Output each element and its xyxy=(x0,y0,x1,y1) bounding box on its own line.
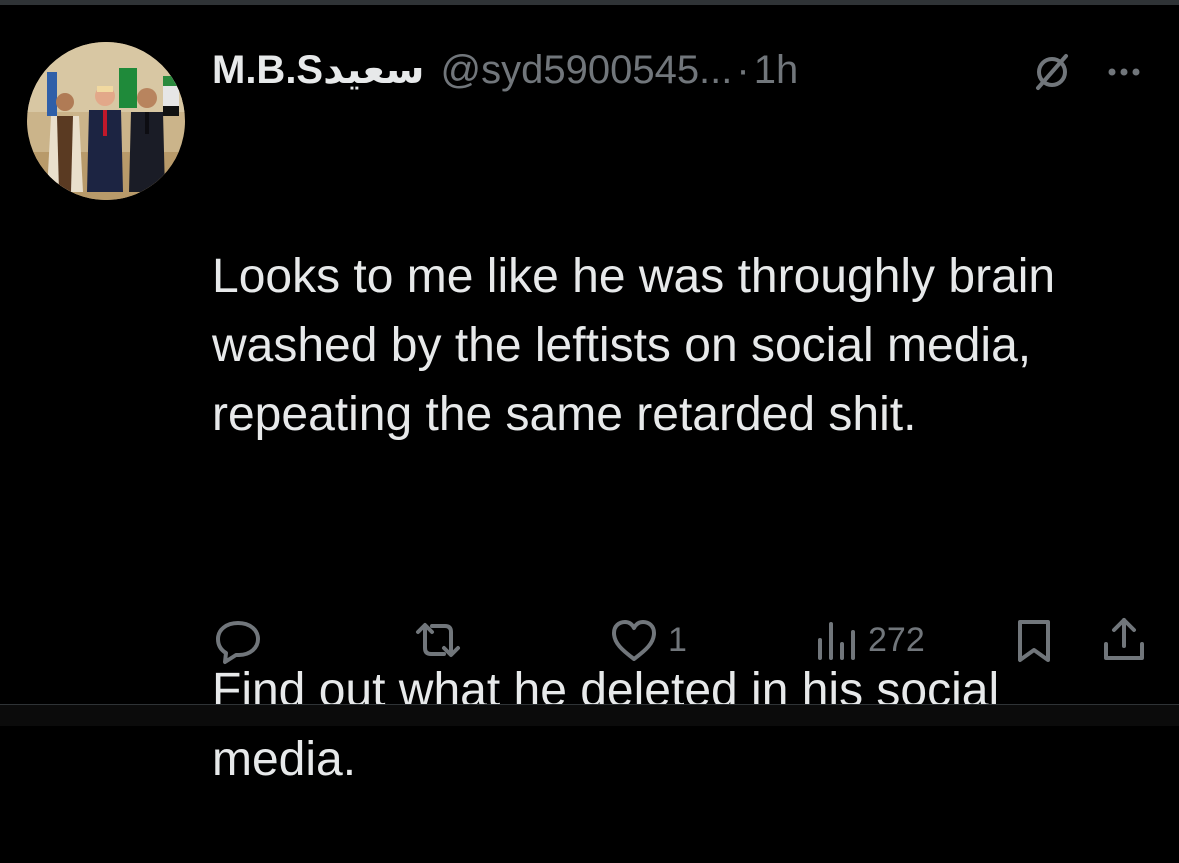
reply-icon xyxy=(216,621,260,664)
views-count: 272 xyxy=(868,620,925,659)
top-divider xyxy=(0,0,1179,5)
views-icon xyxy=(818,622,855,660)
bottom-divider xyxy=(0,704,1179,726)
bookmark-icon xyxy=(1018,620,1050,662)
action-bar: 1 272 xyxy=(0,610,1179,670)
repost-button[interactable] xyxy=(410,610,474,670)
timestamp[interactable]: 1h xyxy=(754,48,799,93)
heart-icon xyxy=(612,620,656,661)
like-count: 1 xyxy=(668,620,687,659)
avatar[interactable] xyxy=(27,42,185,200)
tweet-paragraph-1: Looks to me like he was throughly brain … xyxy=(212,250,1069,441)
like-button[interactable]: 1 xyxy=(608,610,687,670)
share-icon xyxy=(1104,618,1144,660)
repost-icon xyxy=(416,623,460,657)
grok-icon[interactable] xyxy=(1030,50,1074,94)
more-icon[interactable] xyxy=(1102,50,1146,94)
reply-button[interactable] xyxy=(212,610,272,670)
share-button[interactable] xyxy=(1098,610,1150,670)
bookmark-button[interactable] xyxy=(1010,610,1058,670)
tweet-text: Looks to me like he was throughly brain … xyxy=(212,104,1142,863)
profile-photo xyxy=(27,42,185,200)
views-button[interactable]: 272 xyxy=(812,610,925,670)
display-name[interactable]: M.B.Sسعيد xyxy=(212,47,424,93)
user-handle[interactable]: @syd5900545... xyxy=(440,48,732,93)
tweet-header: M.B.Sسعيد @syd5900545... · 1h xyxy=(212,42,1162,98)
separator-dot: · xyxy=(736,47,750,92)
